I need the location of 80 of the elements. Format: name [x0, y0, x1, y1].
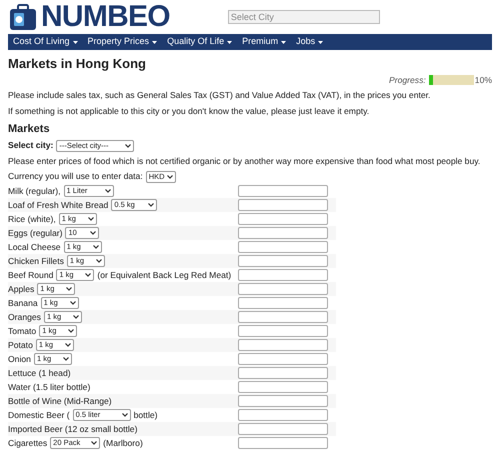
price-input[interactable] — [238, 409, 328, 421]
item-note: bottle) — [134, 408, 158, 422]
price-input[interactable] — [238, 255, 328, 267]
price-input[interactable] — [238, 339, 328, 351]
progress-reading: 10% — [474, 74, 492, 86]
item-label: Apples — [8, 282, 34, 296]
caret-icon — [227, 40, 232, 44]
chevron-down-icon — [70, 300, 76, 305]
select-city-label: Select city: — [8, 139, 54, 152]
item-label: Imported Beer (12 oz small bottle) — [8, 422, 138, 436]
chevron-down-icon — [68, 328, 74, 333]
price-input[interactable] — [238, 269, 328, 281]
logo-wordmark: NUMBEO — [41, 2, 170, 32]
chevron-down-icon — [104, 188, 111, 193]
chevron-down-icon — [92, 244, 99, 249]
chevron-down-icon — [85, 272, 92, 277]
nav-menu-item[interactable]: Cost Of Living — [13, 35, 78, 49]
price-input[interactable] — [238, 241, 328, 253]
chevron-down-icon — [166, 174, 173, 178]
chevron-down-icon — [62, 356, 69, 361]
suitcase-logo-icon — [9, 3, 37, 31]
item-note: (or Equivalent Back Leg Red Meat) — [97, 268, 232, 282]
instruction-text: Please include sales tax, such as General Sales Tax (GST) and Value Added Tax (VAT), in the prices you enter. — [8, 89, 432, 102]
item-label: Oranges — [8, 310, 41, 324]
caret-icon — [281, 40, 286, 44]
item-label: Water (1.5 liter bottle) — [8, 380, 90, 394]
chevron-down-icon — [91, 440, 98, 445]
progress-label: Progress: — [389, 74, 426, 86]
chevron-down-icon — [125, 144, 132, 148]
nav-menu-item[interactable]: Property Prices — [88, 35, 158, 49]
item-label: Domestic Beer ( — [8, 408, 70, 422]
price-input[interactable] — [238, 325, 328, 337]
price-input[interactable] — [238, 283, 328, 295]
item-label: Potato — [8, 338, 33, 352]
item-label: Eggs (regular) — [8, 226, 62, 240]
price-input[interactable] — [238, 213, 328, 225]
item-label: Rice (white), — [8, 212, 56, 226]
chevron-down-icon — [148, 202, 154, 207]
price-input[interactable] — [238, 199, 328, 211]
chevron-down-icon — [88, 216, 94, 221]
caret-icon — [72, 40, 78, 44]
price-input[interactable] — [238, 353, 328, 365]
item-label: Loaf of Fresh White Bread — [8, 198, 108, 212]
nav-menu-item[interactable]: Jobs — [296, 35, 324, 49]
price-input[interactable] — [238, 395, 328, 407]
price-input[interactable] — [238, 381, 328, 393]
item-label: Onion — [8, 352, 31, 366]
instruction-text: If something is not applicable to this city or you don't know the value, please just leave it empty. — [8, 105, 370, 118]
instruction-text: Please enter prices of food which is not certified organic or by another way more expensive than food what most people buy. — [8, 155, 482, 168]
chevron-down-icon — [122, 412, 128, 417]
page-title: Markets in Hong Kong — [8, 56, 147, 72]
item-label: Milk (regular), — [8, 184, 61, 198]
chevron-down-icon — [90, 230, 96, 235]
chevron-down-icon — [72, 314, 79, 319]
caret-icon — [318, 40, 324, 44]
item-label: Beef Round — [8, 268, 54, 282]
item-label: Tomato — [8, 324, 36, 338]
price-input[interactable] — [238, 227, 328, 239]
price-input[interactable] — [238, 297, 328, 309]
chevron-down-icon — [96, 258, 102, 263]
price-input[interactable] — [238, 423, 328, 435]
search-field[interactable]: Select City — [228, 10, 380, 24]
item-label: Banana — [8, 296, 38, 310]
price-input[interactable] — [238, 311, 328, 323]
price-input[interactable] — [238, 185, 328, 197]
nav-menu-item[interactable]: Quality Of Life — [167, 35, 232, 49]
item-label: Lettuce (1 head) — [8, 366, 71, 380]
section-heading: Markets — [8, 122, 51, 136]
chevron-down-icon — [66, 286, 72, 291]
item-label: Bottle of Wine (Mid-Range) — [8, 394, 112, 408]
item-label: Chicken Fillets — [8, 254, 64, 268]
price-input[interactable] — [238, 437, 328, 449]
item-label: Local Cheese — [8, 240, 61, 254]
chevron-down-icon — [64, 342, 71, 347]
currency-label: Currency you will use to enter data: — [8, 170, 143, 183]
item-label: Cigarettes — [8, 436, 48, 450]
item-note: (Marlboro) — [103, 436, 143, 450]
nav-menu-item[interactable]: Premium — [242, 35, 286, 49]
caret-icon — [152, 40, 158, 44]
price-input[interactable] — [238, 367, 328, 379]
